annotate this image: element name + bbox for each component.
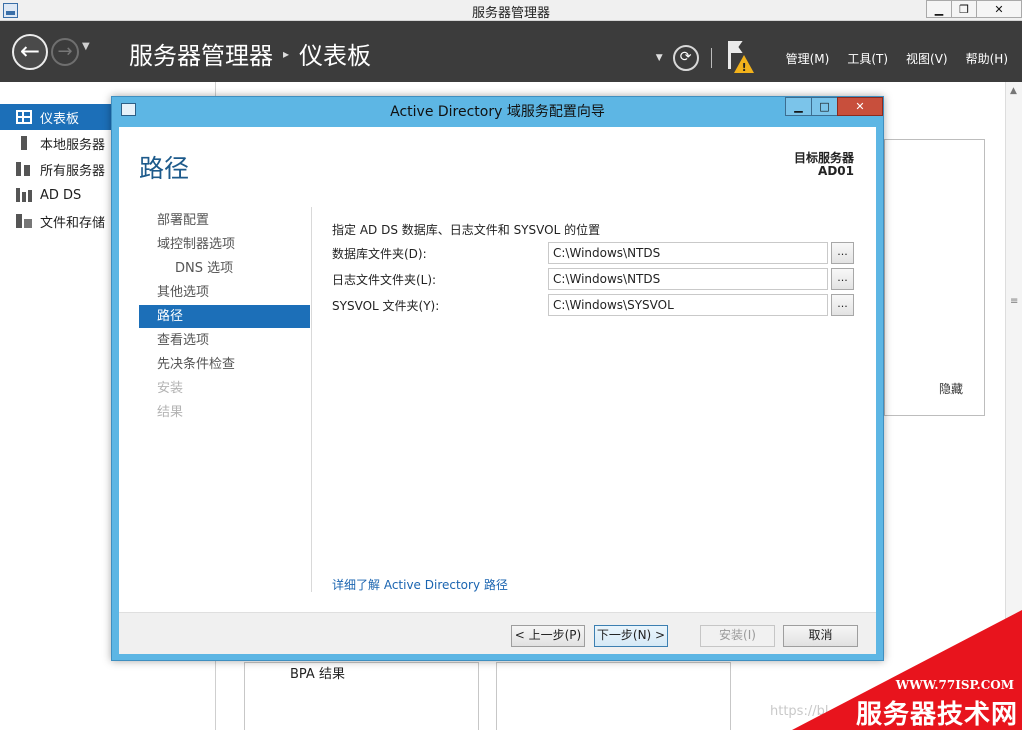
- menu-view[interactable]: 视图(V): [906, 50, 948, 67]
- dialog-title: Active Directory 域服务配置向导: [390, 104, 605, 120]
- log-folder-input[interactable]: [548, 268, 828, 290]
- database-folder-label: 数据库文件夹(D):: [332, 247, 427, 261]
- next-button[interactable]: 下一步(N) >: [594, 625, 668, 647]
- step-dc-options[interactable]: 域控制器选项: [139, 233, 310, 256]
- sysvol-folder-input[interactable]: [548, 294, 828, 316]
- scroll-thumb-grip-icon[interactable]: ≡: [1010, 296, 1018, 307]
- sidebar-item-dashboard[interactable]: 仪表板: [0, 104, 112, 130]
- adds-config-wizard: Active Directory 域服务配置向导 ▁ □ ✕ 路径 目标服务器 …: [111, 96, 884, 661]
- sidebar-item-label: AD DS: [40, 187, 82, 203]
- restore-button[interactable]: ❐: [951, 0, 977, 18]
- watermark-url: WWW.77ISP.COM: [895, 678, 1014, 692]
- file-storage-icon: [16, 214, 32, 228]
- database-folder-row: 数据库文件夹(D): ...: [332, 242, 857, 264]
- menu-manage[interactable]: 管理(M): [786, 50, 830, 67]
- step-deployment-config[interactable]: 部署配置: [139, 209, 310, 232]
- learn-more-link[interactable]: 详细了解 Active Directory 路径: [332, 576, 508, 593]
- step-additional-options[interactable]: 其他选项: [139, 281, 310, 304]
- sysvol-folder-browse-button[interactable]: ...: [831, 294, 854, 316]
- sidebar-item-label: 本地服务器: [40, 137, 106, 153]
- log-folder-label: 日志文件文件夹(L):: [332, 273, 437, 287]
- log-folder-row: 日志文件文件夹(L): ...: [332, 268, 857, 290]
- close-button[interactable]: ✕: [976, 0, 1022, 18]
- cancel-button[interactable]: 取消: [783, 625, 858, 647]
- step-installation: 安装: [157, 381, 184, 396]
- hide-link[interactable]: 隐藏: [939, 380, 963, 397]
- previous-button[interactable]: < 上一步(P): [511, 625, 585, 647]
- dialog-minimize-button[interactable]: ▁: [785, 97, 812, 116]
- paths-description: 指定 AD DS 数据库、日志文件和 SYSVOL 的位置: [332, 223, 601, 237]
- sysvol-folder-label: SYSVOL 文件夹(Y):: [332, 299, 440, 313]
- dashboard-tile: [496, 662, 731, 730]
- dialog-body: 路径 目标服务器 AD01 部署配置 域控制器选项 DNS 选项 其他选项 路径…: [119, 127, 876, 654]
- adds-icon: [16, 188, 32, 202]
- database-folder-browse-button[interactable]: ...: [831, 242, 854, 264]
- breadcrumb-separator-icon: ▸: [283, 46, 290, 61]
- history-dropdown-icon[interactable]: ▼: [82, 41, 90, 52]
- watermark-text: 服务器技术网: [855, 700, 1018, 730]
- window-controls: ▁ ❐ ✕: [926, 0, 1022, 19]
- install-button: 安装(I): [700, 625, 775, 647]
- step-review-options[interactable]: 查看选项: [139, 329, 310, 352]
- log-folder-browse-button[interactable]: ...: [831, 268, 854, 290]
- dialog-close-button[interactable]: ✕: [837, 97, 883, 116]
- breadcrumb-current: 仪表板: [299, 42, 372, 70]
- bpa-results-label[interactable]: BPA 结果: [290, 663, 345, 682]
- target-server-name: AD01: [818, 164, 854, 178]
- servers-icon: [16, 162, 32, 176]
- sidebar-item-label: 仪表板: [40, 111, 80, 127]
- step-results: 结果: [157, 405, 184, 420]
- scroll-up-icon[interactable]: ▲: [1010, 86, 1017, 96]
- sidebar-item-label: 所有服务器: [40, 163, 106, 179]
- dashboard-welcome-panel: [884, 139, 985, 416]
- dialog-controls: ▁ □ ✕: [785, 97, 883, 116]
- minimize-button[interactable]: ▁: [926, 0, 952, 18]
- dashboard-tile: [244, 662, 479, 730]
- breadcrumb-root[interactable]: 服务器管理器: [129, 36, 273, 71]
- refresh-dropdown-icon[interactable]: ▼: [656, 53, 663, 63]
- notifications-flag-icon[interactable]: !: [724, 40, 754, 76]
- sidebar-item-label: 文件和存储: [40, 215, 106, 231]
- refresh-icon[interactable]: ⟳: [672, 45, 699, 71]
- page-title: 路径: [139, 154, 190, 183]
- forward-button[interactable]: →: [51, 38, 79, 66]
- step-prerequisites-check[interactable]: 先决条件检查: [139, 353, 310, 376]
- window-title: 服务器管理器: [471, 6, 550, 21]
- window-titlebar: 服务器管理器 ▁ ❐ ✕: [0, 0, 1022, 21]
- sysvol-folder-row: SYSVOL 文件夹(Y): ...: [332, 294, 857, 316]
- dialog-titlebar: Active Directory 域服务配置向导 ▁ □ ✕: [112, 97, 883, 123]
- server-icon: [21, 136, 27, 150]
- database-folder-input[interactable]: [548, 242, 828, 264]
- app-header: ← → ▼ 服务器管理器 ▸ 仪表板 ▼ ⟳ ! 管理(M) 工具(T) 视图(…: [0, 21, 1022, 82]
- step-dns-options[interactable]: DNS 选项: [139, 257, 310, 280]
- menu-help[interactable]: 帮助(H): [966, 50, 1008, 67]
- toolbar-divider: [710, 48, 712, 68]
- breadcrumb: 服务器管理器 ▸ 仪表板: [129, 36, 371, 71]
- back-button[interactable]: ←: [12, 34, 48, 70]
- dialog-footer: < 上一步(P) 下一步(N) > 安装(I) 取消: [119, 612, 876, 654]
- dashboard-icon: [16, 110, 32, 124]
- dialog-maximize-button[interactable]: □: [811, 97, 838, 116]
- steps-divider: [311, 207, 312, 592]
- header-tools: ▼ ⟳ ! 管理(M) 工具(T) 视图(V) 帮助(H): [656, 40, 1008, 76]
- menu-tools[interactable]: 工具(T): [847, 50, 888, 67]
- step-paths[interactable]: 路径: [139, 305, 310, 328]
